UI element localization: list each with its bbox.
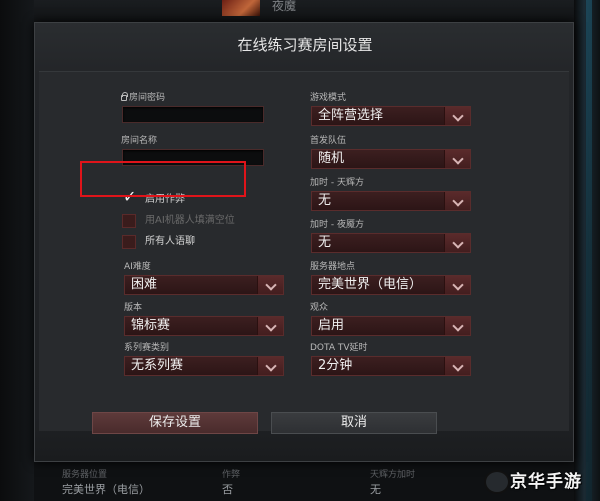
bots-dire-label: 加时 - 夜魇方 <box>310 220 364 230</box>
player-name: 夜魔 <box>272 0 297 13</box>
dialog-title: 在线练习赛房间设置 <box>237 36 373 54</box>
first-pick-select[interactable]: 随机 <box>311 149 471 169</box>
game-mode-label: 游戏模式 <box>310 93 347 103</box>
chevron-down-icon[interactable] <box>257 357 283 375</box>
settings-panel <box>39 71 569 431</box>
spectators-value: 启用 <box>318 318 345 333</box>
room-name-label: 房间名称 <box>121 136 158 146</box>
bots-radiant-value: 无 <box>318 193 332 208</box>
chevron-down-icon[interactable] <box>444 150 470 168</box>
chevron-down-icon[interactable] <box>444 317 470 335</box>
watermark-text: 京华手游 <box>510 472 582 492</box>
server-select[interactable]: 完美世界（电信） <box>311 275 471 295</box>
game-mode-select[interactable]: 全阵营选择 <box>311 106 471 126</box>
first-pick-value: 随机 <box>318 151 345 166</box>
chevron-down-icon[interactable] <box>444 192 470 210</box>
version-label: 版本 <box>124 303 143 313</box>
ai-difficulty-select[interactable]: 困难 <box>124 275 284 295</box>
bots-dire-value: 无 <box>318 235 332 250</box>
fill-bots-checkbox-row[interactable]: 用AI机器人填满空位 <box>122 213 235 229</box>
right-scrollbar-glow <box>586 0 592 501</box>
password-input[interactable] <box>122 106 264 123</box>
bg-radiant-bots-value: 无 <box>370 483 381 496</box>
bg-server-label: 服务器位置 <box>62 470 108 480</box>
cancel-button[interactable]: 取消 <box>271 412 437 434</box>
password-label: 房间密码 <box>129 93 166 103</box>
server-value: 完美世界（电信） <box>318 277 423 292</box>
bg-server-value: 完美世界（电信） <box>62 483 150 496</box>
chevron-down-icon[interactable] <box>444 276 470 294</box>
spectators-select[interactable]: 启用 <box>311 316 471 336</box>
version-select[interactable]: 锦标赛 <box>124 316 284 336</box>
tv-delay-label: DOTA TV延时 <box>310 343 368 353</box>
version-value: 锦标赛 <box>131 318 171 333</box>
series-select[interactable]: 无系列赛 <box>124 356 284 376</box>
all-chat-label: 所有人语聊 <box>145 236 195 247</box>
game-mode-value: 全阵营选择 <box>318 108 384 123</box>
server-label: 服务器地点 <box>310 262 356 272</box>
bg-radiant-bots-label: 天辉方加时 <box>370 470 416 480</box>
top-bar <box>0 0 600 22</box>
bg-cheats-label: 作弊 <box>222 470 241 480</box>
watermark-logo-icon <box>484 470 510 494</box>
all-chat-checkbox[interactable] <box>122 235 136 249</box>
fill-bots-label: 用AI机器人填满空位 <box>145 215 235 226</box>
lock-icon <box>121 92 128 101</box>
chevron-down-icon[interactable] <box>444 234 470 252</box>
chevron-down-icon[interactable] <box>444 107 470 125</box>
red-highlight-box <box>80 161 246 197</box>
lobby-settings-dialog: 在线练习赛房间设置 <box>34 22 574 462</box>
first-pick-label: 首发队伍 <box>310 136 347 146</box>
ai-difficulty-value: 困难 <box>131 277 158 292</box>
chevron-down-icon[interactable] <box>257 276 283 294</box>
bg-cheats-value: 否 <box>222 483 233 496</box>
bots-dire-select[interactable]: 无 <box>311 233 471 253</box>
tv-delay-select[interactable]: 2分钟 <box>311 356 471 376</box>
chevron-down-icon[interactable] <box>444 357 470 375</box>
all-chat-checkbox-row[interactable]: 所有人语聊 <box>122 234 195 250</box>
bots-radiant-label: 加时 - 天辉方 <box>310 178 364 188</box>
password-label-row: 房间密码 <box>121 92 166 104</box>
spectators-label: 观众 <box>310 303 329 313</box>
save-settings-button[interactable]: 保存设置 <box>92 412 258 434</box>
chevron-down-icon[interactable] <box>257 317 283 335</box>
series-value: 无系列赛 <box>131 358 184 373</box>
tv-delay-value: 2分钟 <box>318 358 353 373</box>
bots-radiant-select[interactable]: 无 <box>311 191 471 211</box>
fill-bots-checkbox[interactable] <box>122 214 136 228</box>
ai-difficulty-label: AI难度 <box>124 262 151 272</box>
left-background-strip <box>0 0 34 501</box>
player-avatar <box>222 0 260 16</box>
series-label: 系列赛类别 <box>124 343 170 353</box>
